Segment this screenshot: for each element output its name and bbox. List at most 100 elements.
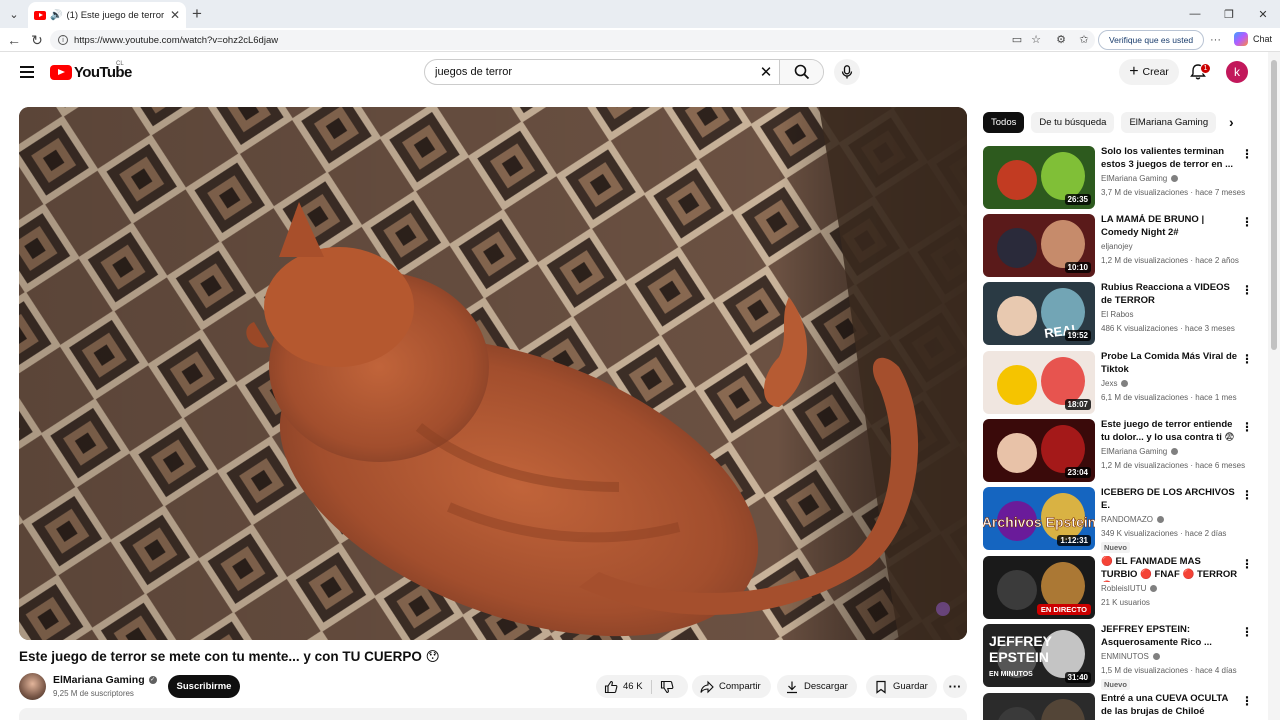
search-button[interactable] xyxy=(779,60,823,84)
description-box[interactable] xyxy=(19,708,967,720)
browser-menu-icon[interactable]: ··· xyxy=(1210,30,1221,50)
recommendation-thumbnail[interactable]: EN DIRECTO xyxy=(983,556,1095,619)
recommendation-channel[interactable]: ElMariana Gaming xyxy=(1101,174,1167,183)
recommendation-title[interactable]: ICEBERG DE LOS ARCHIVOS E. xyxy=(1101,487,1239,512)
copilot-icon[interactable] xyxy=(1234,32,1248,46)
favorites-icon[interactable]: ✩ xyxy=(1075,30,1093,50)
recommendation-title[interactable]: Entré a una CUEVA OCULTA de las brujas d… xyxy=(1101,693,1239,718)
verify-identity-button[interactable]: Verifique que es usted xyxy=(1098,30,1204,50)
kebab-menu-icon[interactable]: ⋮ xyxy=(1241,284,1253,296)
video-player[interactable] xyxy=(19,107,967,640)
channel-name-row[interactable]: ElMariana Gaming ✓ xyxy=(53,674,157,686)
dislike-button[interactable] xyxy=(652,675,679,698)
recommendation-thumbnail[interactable]: 18:07 xyxy=(983,351,1095,414)
recommendation-title[interactable]: JEFFREY EPSTEIN: Asquerosamente Rico ... xyxy=(1101,624,1239,649)
reload-icon[interactable]: ↻ xyxy=(27,30,47,50)
page-scrollbar[interactable] xyxy=(1268,52,1280,720)
create-button[interactable]: + Crear xyxy=(1119,59,1179,85)
hamburger-icon[interactable] xyxy=(20,66,34,78)
recommendation-channel-row[interactable]: ElMariana Gaming xyxy=(1101,447,1179,456)
chip-from-search[interactable]: De tu búsqueda xyxy=(1031,112,1115,133)
save-button[interactable]: Guardar xyxy=(866,675,937,698)
kebab-menu-icon[interactable]: ⋮ xyxy=(1241,148,1253,160)
recommendation-channel[interactable]: ENMINUTOS xyxy=(1101,652,1149,661)
channel-avatar[interactable] xyxy=(19,673,46,700)
recommendation-item[interactable]: 23:04 Este juego de terror entiende tu do… xyxy=(983,419,1255,482)
kebab-menu-icon[interactable]: ⋮ xyxy=(1241,695,1253,707)
recommendation-title[interactable]: 🔴 EL FANMADE MAS TURBIO 🔴 FNAF 🔴 TERROR … xyxy=(1101,556,1239,582)
back-arrow-icon[interactable]: ← xyxy=(4,30,24,50)
recommendation-channel-row[interactable]: RobleisIUTU xyxy=(1101,584,1158,593)
kebab-menu-icon[interactable]: ⋮ xyxy=(1241,489,1253,501)
recommendation-thumbnail[interactable]: 23:04 xyxy=(983,419,1095,482)
recommendation-item[interactable]: 26:35 Solo los valientes terminan estos 3… xyxy=(983,146,1255,209)
kebab-menu-icon[interactable]: ⋮ xyxy=(1241,353,1253,365)
recommendation-thumbnail[interactable]: Archivos Epstein 1:12:31 xyxy=(983,487,1095,550)
url-field[interactable]: i https://www.youtube.com/watch?v=ohz2cL… xyxy=(50,30,1095,50)
kebab-menu-icon[interactable]: ⋮ xyxy=(1241,216,1253,228)
channel-name[interactable]: ElMariana Gaming xyxy=(53,674,145,686)
verified-check-icon xyxy=(1171,175,1179,182)
new-tab-plus-icon[interactable]: + xyxy=(192,4,202,24)
minimize-icon[interactable]: — xyxy=(1178,0,1212,28)
recommendation-item[interactable]: JEFFREY EPSTEIN EN MINUTOS 31:40 JEFFREY EPS… xyxy=(983,624,1255,690)
recommendation-title[interactable]: Solo los valientes terminan estos 3 jueg… xyxy=(1101,146,1239,171)
recommendation-item[interactable]: Entré a una CUEVA OCULTA de las brujas d… xyxy=(983,693,1255,720)
account-avatar[interactable]: k xyxy=(1226,61,1248,83)
recommendation-channel-row[interactable]: ENMINUTOS xyxy=(1101,652,1160,661)
recommendation-channel-row[interactable]: eljanojey xyxy=(1101,242,1133,251)
recommendation-channel[interactable]: RobleisIUTU xyxy=(1101,584,1146,593)
recommendation-item[interactable]: Archivos Epstein 1:12:31 ICEBERG DE LOS AR… xyxy=(983,487,1255,553)
browser-tab-active[interactable]: 🔊 (1) Este juego de terror se me ✕ xyxy=(28,2,186,28)
recommendation-title[interactable]: LA MAMÁ DE BRUNO | Comedy Night 2# xyxy=(1101,214,1239,239)
chip-channel[interactable]: ElMariana Gaming xyxy=(1121,112,1217,133)
site-info-icon[interactable]: i xyxy=(58,35,68,45)
chevron-right-icon[interactable]: › xyxy=(1229,114,1234,130)
search-input[interactable] xyxy=(425,60,753,84)
favorite-star-icon[interactable]: ☆ xyxy=(1027,30,1045,50)
recommendation-title[interactable]: Probe La Comida Más Viral de Tiktok xyxy=(1101,351,1239,376)
scrollbar-thumb[interactable] xyxy=(1271,60,1277,350)
chat-label[interactable]: Chat xyxy=(1253,34,1272,44)
clear-search-icon[interactable]: ✕ xyxy=(753,60,779,84)
recommendation-channel-row[interactable]: El Rabos xyxy=(1101,310,1133,319)
recommendation-item[interactable]: 18:07 Probe La Comida Más Viral de Tiktok… xyxy=(983,351,1255,414)
voice-search-button[interactable] xyxy=(834,59,860,85)
recommendation-channel-row[interactable]: ElMariana Gaming xyxy=(1101,174,1179,183)
restore-icon[interactable]: ❐ xyxy=(1212,0,1246,28)
recommendation-channel[interactable]: eljanojey xyxy=(1101,242,1133,251)
recommendation-thumbnail[interactable]: 10:10 xyxy=(983,214,1095,277)
recommendation-item[interactable]: EN DIRECTO 🔴 EL FANMADE MAS TURBIO 🔴 FNAF… xyxy=(983,556,1255,619)
close-tab-icon[interactable]: ✕ xyxy=(170,8,180,22)
recommendation-channel-row[interactable]: RANDOMAZO xyxy=(1101,515,1164,524)
chip-all[interactable]: Todos xyxy=(983,112,1025,133)
subscribe-button[interactable]: Suscribirme xyxy=(168,675,240,698)
recommendation-channel[interactable]: El Rabos xyxy=(1101,310,1133,319)
recommendation-item[interactable]: REAL 19:52 Rubius Reacciona a VIDEOS de TE… xyxy=(983,282,1255,345)
speaker-icon[interactable]: 🔊 xyxy=(50,10,62,21)
recommendation-channel[interactable]: RANDOMAZO xyxy=(1101,515,1153,524)
recommendation-thumbnail[interactable] xyxy=(983,693,1095,720)
window-close-icon[interactable]: ✕ xyxy=(1246,0,1280,28)
recommendation-channel-row[interactable]: Jexs xyxy=(1101,379,1129,388)
kebab-menu-icon[interactable]: ⋮ xyxy=(1241,421,1253,433)
reader-mode-icon[interactable]: ▭ xyxy=(1008,30,1026,50)
share-button[interactable]: Compartir xyxy=(692,675,771,698)
kebab-menu-icon[interactable]: ⋮ xyxy=(1241,626,1253,638)
kebab-menu-icon[interactable]: ⋮ xyxy=(1241,558,1253,570)
recommendation-title[interactable]: Rubius Reacciona a VIDEOS de TERROR xyxy=(1101,282,1239,307)
youtube-logo[interactable]: YouTube CL xyxy=(50,61,132,81)
thumb-text: EN MINUTOS xyxy=(989,671,1033,678)
tab-list-chevron-icon[interactable]: ⌄ xyxy=(4,4,24,24)
recommendation-channel[interactable]: ElMariana Gaming xyxy=(1101,447,1167,456)
recommendation-channel[interactable]: Jexs xyxy=(1101,379,1117,388)
recommendation-item[interactable]: 10:10 LA MAMÁ DE BRUNO | Comedy Night 2# e… xyxy=(983,214,1255,277)
recommendation-thumbnail[interactable]: 26:35 xyxy=(983,146,1095,209)
recommendation-thumbnail[interactable]: REAL 19:52 xyxy=(983,282,1095,345)
download-button[interactable]: Descargar xyxy=(777,675,857,698)
recommendation-title[interactable]: Este juego de terror entiende tu dolor..… xyxy=(1101,419,1239,445)
like-button[interactable]: 46 K xyxy=(596,675,652,698)
more-actions-icon[interactable]: ··· xyxy=(943,675,967,698)
recommendation-thumbnail[interactable]: JEFFREY EPSTEIN EN MINUTOS 31:40 xyxy=(983,624,1095,687)
extensions-icon[interactable]: ⚙ xyxy=(1052,30,1070,50)
